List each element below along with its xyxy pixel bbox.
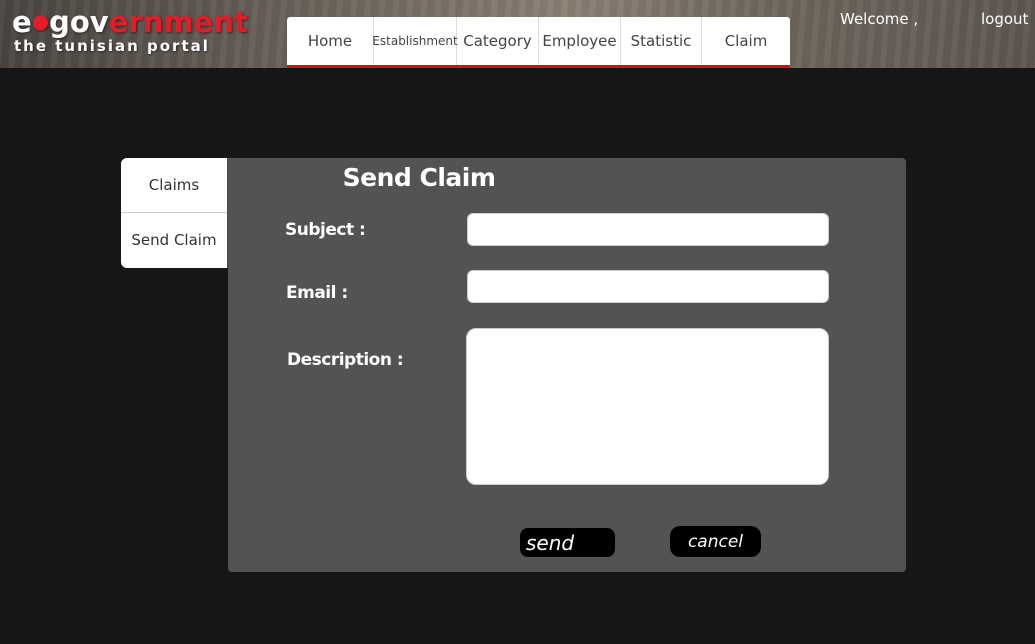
nav-establishment[interactable]: Establishment [372,17,458,65]
nav-category[interactable]: Category [457,17,539,65]
description-label: Description : [287,350,404,370]
nav-claim[interactable]: Claim [702,17,790,65]
form-title: Send Claim [342,163,496,192]
logo-wordmark: e●government [12,5,248,39]
main-nav: Home Establishment Category Employee Sta… [287,17,790,68]
nav-employee[interactable]: Employee [539,17,621,65]
logout-link[interactable]: logout [981,10,1028,28]
send-button[interactable]: send [520,528,615,557]
nav-home[interactable]: Home [287,17,374,65]
subject-input[interactable] [467,213,829,246]
nav-statistic[interactable]: Statistic [621,17,702,65]
description-textarea[interactable] [466,328,829,485]
logo[interactable]: e●government the tunisian portal [12,4,248,55]
email-label: Email : [286,283,348,303]
logo-tagline: the tunisian portal [14,37,210,55]
subject-label: Subject : [285,220,366,240]
welcome-text: Welcome , [840,10,919,28]
email-input[interactable] [467,270,829,303]
tab-send-claim[interactable]: Send Claim [121,212,227,267]
cancel-button[interactable]: cancel [670,526,761,557]
